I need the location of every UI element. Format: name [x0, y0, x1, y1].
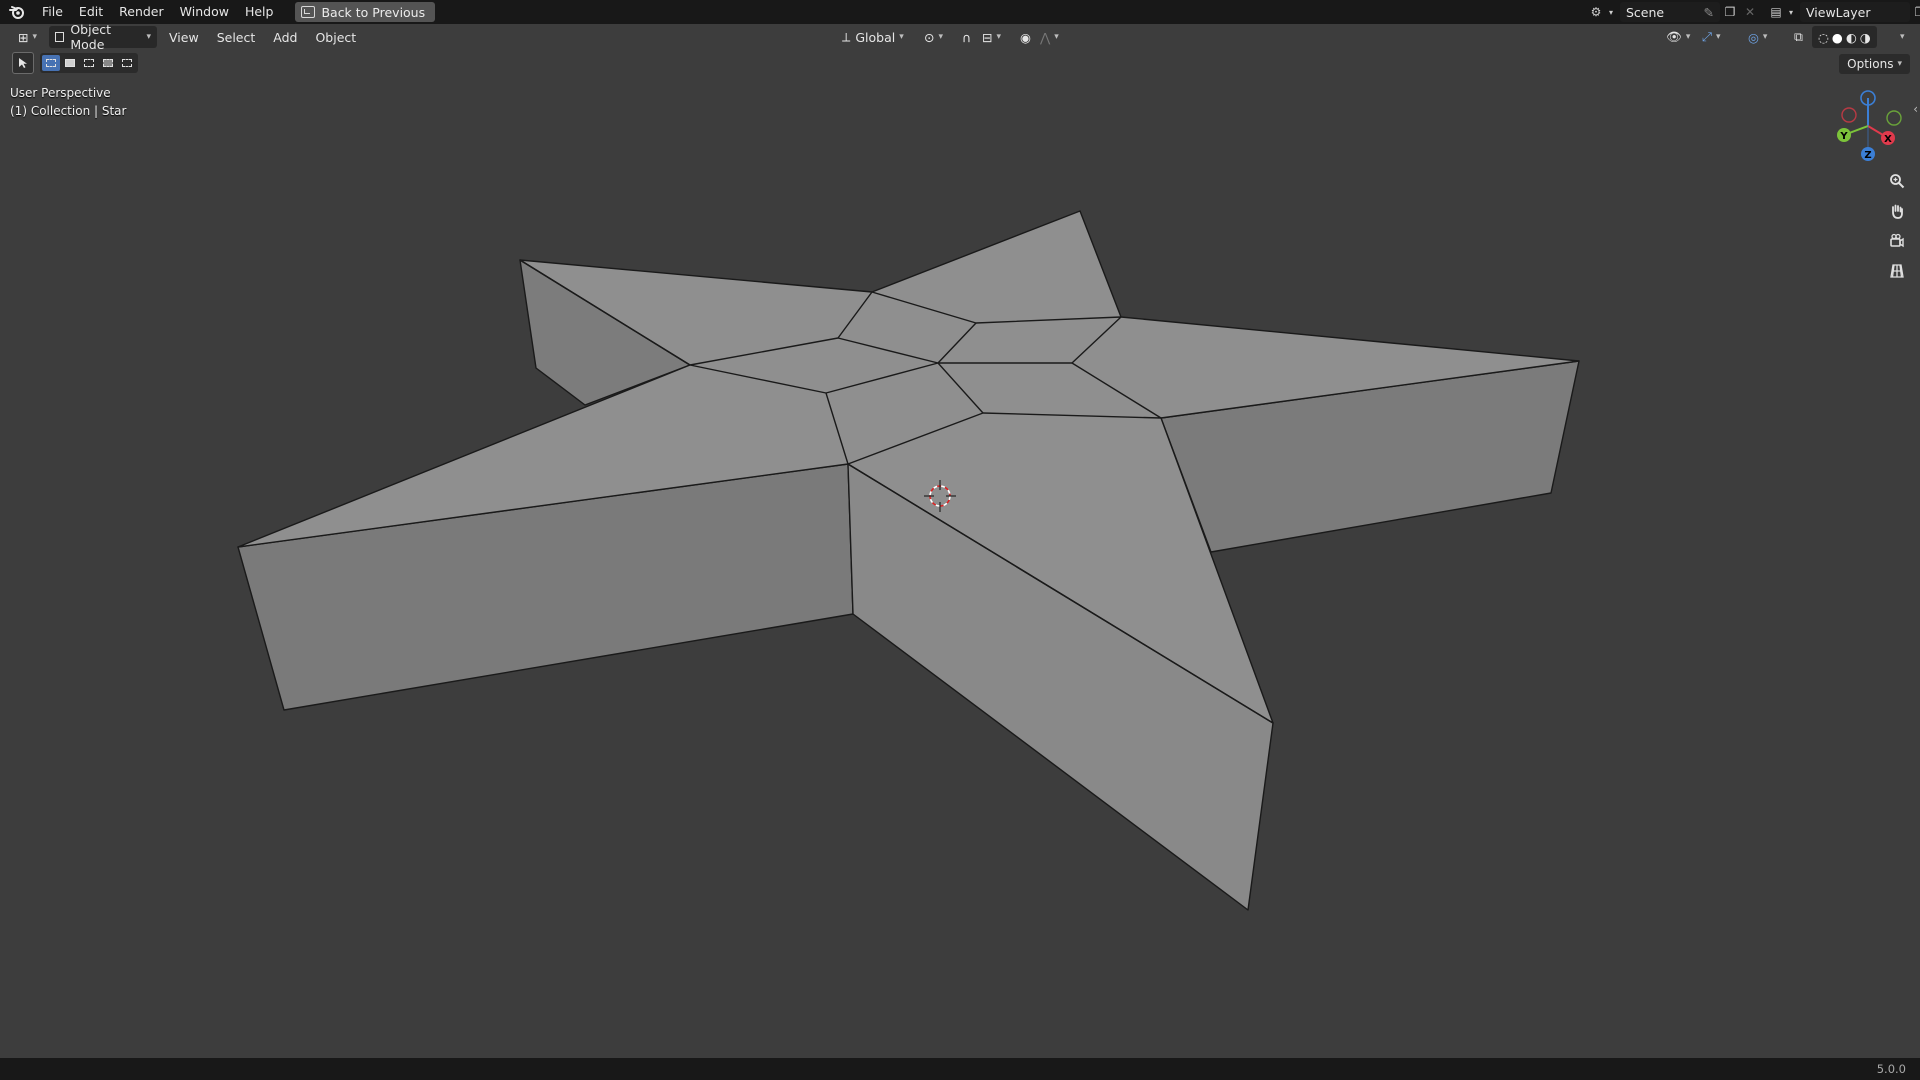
version-label: 5.0.0 — [1876, 1062, 1906, 1076]
xray-icon: ⧉ — [1794, 29, 1803, 44]
blender-logo-icon[interactable] — [0, 0, 34, 24]
object-mode-dropdown[interactable]: Object Mode ▾ — [49, 22, 158, 52]
view-layer-name-field[interactable]: ViewLayer — [1800, 2, 1910, 22]
hand-pan-icon[interactable] — [1884, 198, 1910, 224]
chevron-down-icon: ▾ — [938, 32, 944, 42]
navigation-gizmo[interactable]: X Y Z — [1837, 90, 1902, 161]
menu-file[interactable]: File — [34, 0, 71, 24]
scene-name: Scene — [1626, 4, 1665, 20]
view-layer-name: ViewLayer — [1806, 4, 1871, 20]
gizmo-y-label: Y — [1839, 131, 1848, 142]
pin-icon[interactable]: ✎ — [1704, 5, 1714, 20]
chevron-down-icon: ▾ — [1900, 32, 1905, 42]
object-mode-icon — [55, 32, 65, 42]
editor-type-button[interactable]: ⊞ ▾ — [12, 26, 43, 48]
chevron-down-icon[interactable]: ▾ — [1786, 2, 1796, 22]
top-menu-bar: File Edit Render Window Help Back to Pre… — [0, 0, 1920, 24]
chevron-down-icon[interactable]: ▾ — [1606, 2, 1616, 22]
gizmo-toggle[interactable]: ⤢ ▾ — [1696, 26, 1727, 48]
viewport-collection-label: (1) Collection | Star — [10, 104, 127, 118]
close-scene-icon[interactable]: ✕ — [1740, 2, 1760, 22]
viewport-perspective-label: User Perspective — [10, 86, 111, 100]
menu-window[interactable]: Window — [172, 0, 237, 24]
scene-selector: ⚙ ▾ Scene ✎ ❐ ✕ — [1586, 2, 1760, 22]
chevron-down-icon: ▾ — [996, 32, 1002, 42]
falloff-button[interactable]: ⋀ ▾ — [1034, 26, 1065, 48]
snap-target-button[interactable]: ⊟ ▾ — [976, 26, 1007, 48]
gizmo-y-negative — [1841, 107, 1857, 123]
grid-icon[interactable] — [1884, 258, 1910, 284]
menu-render[interactable]: Render — [111, 0, 172, 24]
orientation-icon: ⟂ — [842, 29, 851, 44]
chevron-down-icon: ▾ — [1897, 59, 1902, 69]
chevron-down-icon: ▾ — [1685, 32, 1691, 42]
overlays-toggle[interactable]: ◎ ▾ — [1742, 26, 1773, 48]
select-tool-icon[interactable] — [12, 52, 34, 74]
options-dropdown[interactable]: Options ▾ — [1839, 54, 1910, 74]
menu-edit[interactable]: Edit — [71, 0, 111, 24]
chevron-down-icon: ▾ — [1762, 32, 1768, 42]
tool-settings-row — [12, 52, 138, 74]
back-to-previous-button[interactable]: Back to Previous — [295, 2, 436, 22]
wireframe-shading-icon[interactable]: ◌ — [1818, 30, 1829, 45]
back-icon — [301, 6, 316, 18]
chevron-down-icon: ▾ — [899, 32, 904, 42]
shading-options-button[interactable]: ▾ — [1890, 26, 1911, 48]
rendered-shading-icon[interactable]: ◑ — [1860, 30, 1871, 45]
chevron-down-icon: ▾ — [1054, 32, 1059, 42]
back-to-previous-label: Back to Previous — [321, 4, 426, 20]
proportional-edit-icon: ◉ — [1020, 29, 1031, 45]
magnet-icon: ∩ — [962, 29, 972, 45]
select-extend-icon[interactable] — [61, 55, 79, 71]
gizmo-z-label: Z — [1864, 150, 1871, 161]
editor-type-icon: ⊞ — [18, 29, 29, 45]
select-new-icon[interactable] — [42, 55, 60, 71]
solid-shading-icon[interactable]: ● — [1832, 30, 1843, 45]
view-layer-icon[interactable]: ▤ — [1766, 2, 1786, 22]
menu-select[interactable]: Select — [211, 26, 262, 48]
gizmo-toggle-icon: ⤢ — [1702, 29, 1713, 44]
snap-toggle[interactable]: ∩ — [956, 26, 977, 48]
pivot-point-button[interactable]: ⊙ ▾ — [918, 26, 949, 48]
viewport-3d[interactable]: X Y Z — [0, 0, 1920, 1080]
chevron-down-icon: ▾ — [146, 32, 152, 42]
falloff-icon: ⋀ — [1040, 29, 1051, 45]
xray-toggle[interactable]: ⧉ — [1788, 26, 1809, 48]
gizmo-y-positive-ring — [1886, 110, 1902, 126]
shading-mode-group: ◌ ● ◐ ◑ — [1812, 26, 1877, 48]
chevron-down-icon: ▾ — [32, 32, 38, 42]
material-shading-icon[interactable]: ◐ — [1846, 30, 1857, 45]
snap-increment-icon: ⊟ — [982, 29, 993, 45]
orientation-label: Global — [855, 29, 896, 45]
select-subtract-icon[interactable] — [80, 55, 98, 71]
view-layer-selector: ▤ ▾ ViewLayer ❐ ✕ — [1766, 2, 1920, 22]
status-bar: 5.0.0 — [0, 1058, 1920, 1080]
visibility-button[interactable]: 👁 ▾ — [1660, 26, 1696, 48]
options-label: Options — [1847, 57, 1894, 71]
camera-icon[interactable] — [1884, 228, 1910, 254]
transform-orientation-dropdown[interactable]: ⟂ Global ▾ — [836, 26, 910, 48]
scene-icon[interactable]: ⚙ — [1586, 2, 1606, 22]
menu-object[interactable]: Object — [309, 26, 362, 48]
eye-icon: 👁 — [1666, 29, 1682, 44]
overlays-icon: ◎ — [1748, 29, 1759, 45]
scene-name-field[interactable]: Scene ✎ — [1620, 2, 1720, 22]
menu-help[interactable]: Help — [237, 0, 282, 24]
sidebar-toggle-icon[interactable]: ‹ — [1913, 102, 1918, 116]
new-scene-icon[interactable]: ❐ — [1720, 2, 1740, 22]
chevron-down-icon: ▾ — [1716, 32, 1721, 42]
viewport-header: ⊞ ▾ Object Mode ▾ View Select Add Object … — [0, 22, 1920, 52]
zoom-icon[interactable] — [1884, 168, 1910, 194]
selection-mode-group — [40, 53, 138, 73]
object-mode-label: Object Mode — [70, 22, 112, 52]
select-intersect-icon[interactable] — [118, 55, 136, 71]
new-view-layer-icon[interactable]: ❐ — [1910, 2, 1920, 22]
gizmo-x-label: X — [1884, 134, 1892, 145]
pivot-icon: ⊙ — [924, 29, 935, 45]
menu-add[interactable]: Add — [267, 26, 303, 48]
select-invert-icon[interactable] — [99, 55, 117, 71]
menu-view[interactable]: View — [163, 26, 205, 48]
star-mesh[interactable] — [237, 210, 1580, 911]
